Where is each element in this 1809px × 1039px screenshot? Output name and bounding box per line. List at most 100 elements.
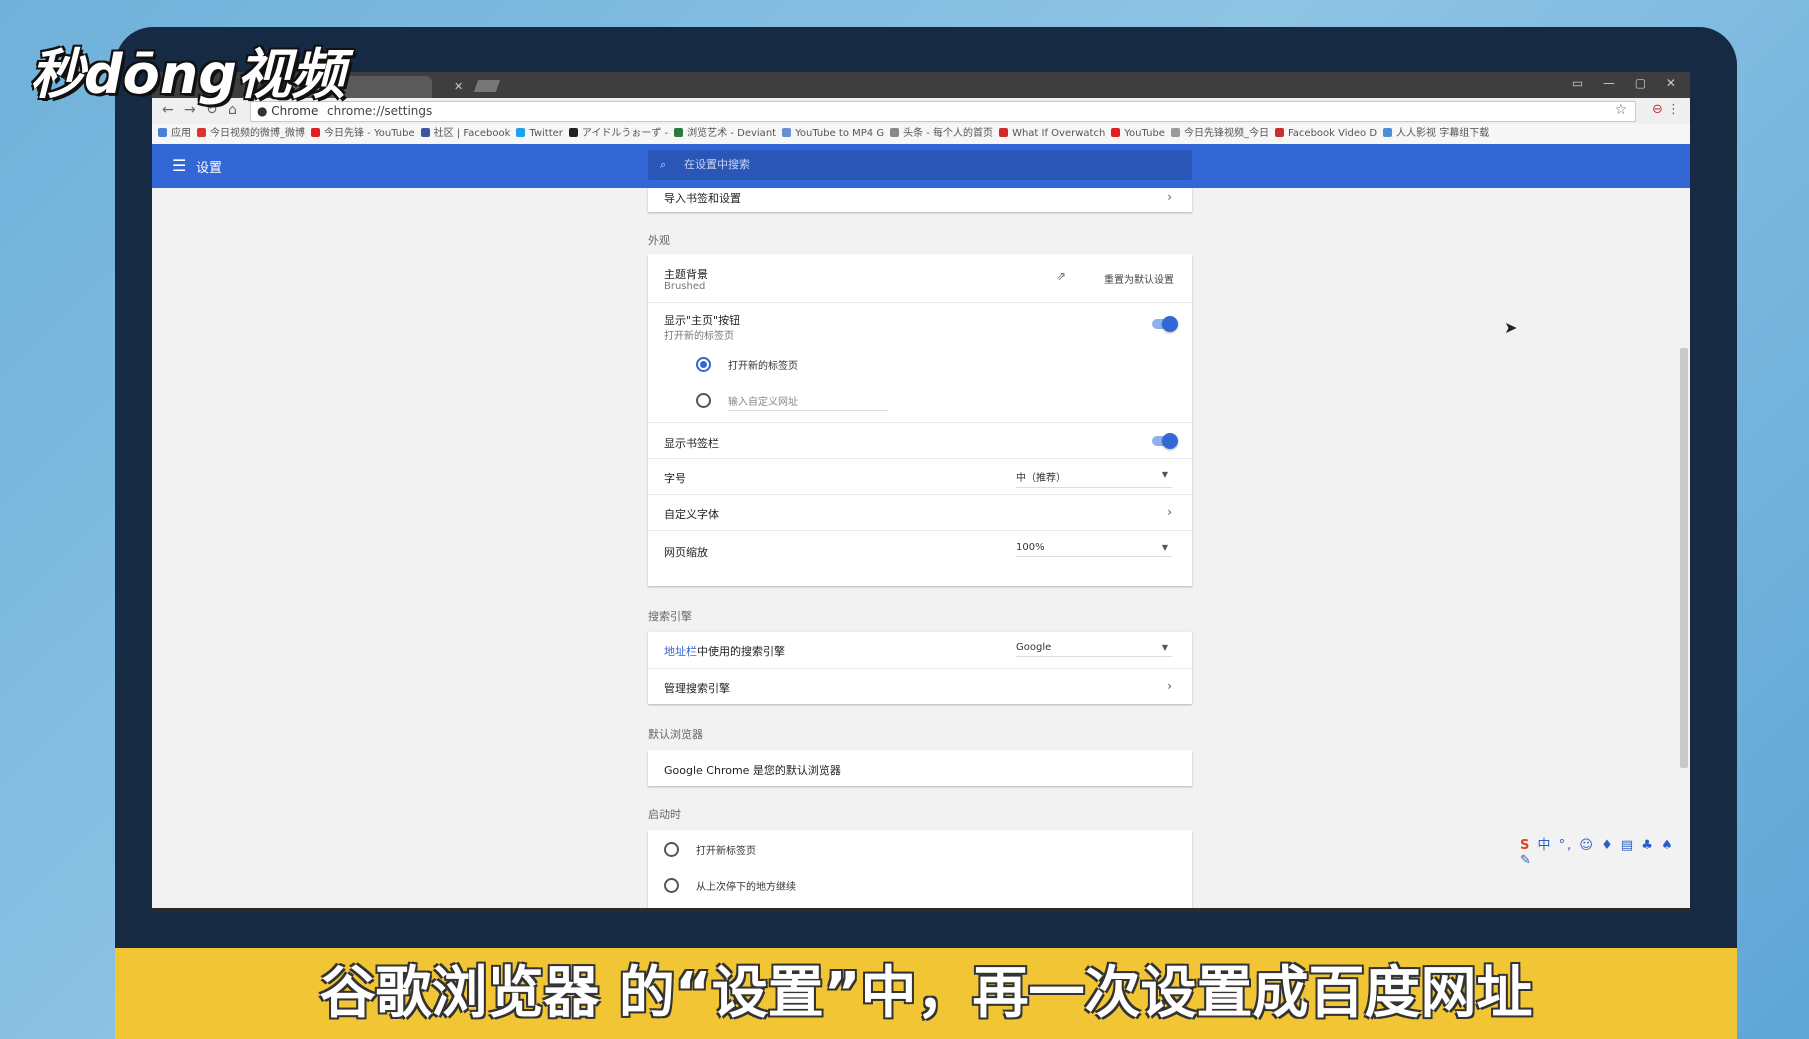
section-appearance: 外观 [648, 234, 670, 247]
bookmark-item[interactable]: YouTube [1111, 124, 1165, 144]
open-external-icon[interactable]: ⇗ [1056, 269, 1066, 283]
manage-search-engines-label: 管理搜索引擎 [664, 682, 730, 695]
bookmark-item[interactable]: 应用 [158, 124, 191, 144]
bookmark-item[interactable]: What If Overwatch [999, 124, 1105, 144]
custom-fonts-row[interactable]: 自定义字体 › [648, 494, 1192, 531]
bookmark-label: アイドルうぉーず - [581, 128, 669, 139]
bookmark-item[interactable]: 社区 | Facebook [420, 124, 511, 144]
bookmark-favicon-icon [568, 128, 578, 137]
chevron-right-icon: › [1167, 190, 1172, 204]
bookmark-item[interactable]: 人人影视 字幕组下载 [1383, 124, 1489, 144]
default-browser-text: Google Chrome 是您的默认浏览器 [664, 764, 841, 777]
radio-custom-url[interactable] [696, 393, 711, 408]
ime-logo-icon: S [1520, 838, 1532, 853]
address-bar[interactable]: ● Chrome chrome://settings ☆ [250, 101, 1636, 122]
bookmark-item[interactable]: Facebook Video D [1274, 124, 1377, 144]
bookmarks-bar-row[interactable]: 显示书签栏 [648, 422, 1192, 459]
browser-window: 设置 ✕ ✕ ▭ — ▢ ✕ ← → ↻ ⌂ ● Chrome chrome:/… [152, 72, 1690, 912]
bookmarks-bar-toggle[interactable] [1152, 433, 1178, 449]
home-button-row[interactable]: 显示"主页"按钮 打开新的标签页 [648, 302, 1192, 347]
bookmark-item[interactable]: 今日先锋 - YouTube [311, 124, 415, 144]
chevron-right-icon: › [1167, 679, 1172, 693]
radio-continue[interactable] [664, 878, 679, 893]
reset-theme-button[interactable]: 重置为默认设置 [1104, 271, 1174, 286]
bookmarks-bar-label: 显示书签栏 [664, 437, 719, 450]
bookmark-star-icon[interactable]: ☆ [1614, 101, 1627, 120]
bookmark-favicon-icon [890, 128, 900, 137]
bookmark-item[interactable]: Twitter [516, 124, 563, 144]
search-engine-row: 地址栏中使用的搜索引擎 Google ▼ [648, 632, 1192, 668]
bookmark-label: 今日先锋 - YouTube [324, 128, 415, 139]
bookmark-favicon-icon [674, 128, 684, 137]
home-button-toggle[interactable] [1152, 316, 1178, 332]
dropdown-caret-icon: ▼ [1161, 643, 1168, 652]
section-search-engine: 搜索引擎 [648, 610, 692, 623]
import-card: 导入书签和设置 › [648, 188, 1192, 212]
page-zoom-select[interactable]: 100% ▼ [1016, 542, 1172, 557]
scrollbar[interactable] [1680, 348, 1688, 768]
bookmark-label: What If Overwatch [1012, 128, 1106, 139]
dropdown-caret-icon: ▼ [1161, 543, 1168, 552]
new-tab-button[interactable] [473, 80, 501, 92]
search-engine-card: 地址栏中使用的搜索引擎 Google ▼ 管理搜索引擎 › [648, 632, 1192, 704]
bookmark-item[interactable]: アイドルうぉーず - [568, 124, 669, 144]
bookmark-item[interactable]: YouTube to MP4 G [782, 124, 884, 144]
bookmark-favicon-icon [999, 128, 1009, 137]
bookmark-label: YouTube to MP4 G [795, 128, 885, 139]
page-zoom-label: 网页缩放 [664, 546, 708, 559]
default-browser-card: Google Chrome 是您的默认浏览器 [648, 750, 1192, 786]
extension-icon[interactable]: ⊖ ⋮ [1652, 102, 1680, 117]
section-on-startup: 启动时 [648, 808, 681, 821]
radio-new-tab[interactable] [696, 357, 711, 372]
search-engine-select[interactable]: Google ▼ [1016, 642, 1172, 657]
bookmark-label: 人人影视 字幕组下载 [1396, 128, 1490, 139]
bookmark-label: YouTube [1124, 128, 1165, 139]
video-subtitle: 谷歌浏览器 的“设置”中，再一次设置成百度网址 [115, 948, 1737, 1039]
home-button-sub: 打开新的标签页 [664, 331, 734, 342]
bookmark-favicon-icon [782, 128, 792, 137]
custom-url-field[interactable]: 输入自定义网址 [728, 393, 798, 408]
chevron-right-icon: › [1167, 505, 1172, 519]
font-size-label: 字号 [664, 472, 686, 485]
theme-label: 主题背景 [664, 268, 708, 281]
bookmarks-bar: 应用 今日视频的微博_微博 今日先锋 - YouTube 社区 | Facebook T… [152, 124, 1690, 145]
search-icon: ⌕ [660, 158, 667, 171]
bookmark-label: 社区 | Facebook [433, 128, 511, 139]
radio-continue-label: 从上次停下的地方继续 [696, 882, 796, 893]
bookmark-label: 今日先锋视频_今日 [1183, 128, 1269, 139]
hamburger-menu-icon[interactable]: ☰ [172, 156, 186, 175]
settings-search-input[interactable]: ⌕ 在设置中搜索 [648, 150, 1192, 180]
search-engine-label: 地址栏中使用的搜索引擎 [664, 643, 785, 659]
dropdown-caret-icon: ▼ [1161, 470, 1168, 479]
settings-content: 导入书签和设置 › 外观 主题背景 Brushed ⇗ 重置为默认设置 显示"主… [152, 188, 1690, 910]
font-size-select[interactable]: 中（推荐） ▼ [1016, 469, 1172, 488]
home-options: 打开新的标签页 输入自定义网址 [648, 346, 1192, 418]
address-bar-link[interactable]: 地址栏 [664, 645, 697, 658]
home-button-label: 显示"主页"按钮 [664, 314, 741, 327]
page-title: 设置 [196, 161, 223, 176]
bookmark-favicon-icon [1383, 128, 1393, 137]
theme-value: Brushed [664, 281, 706, 292]
bookmark-label: 头条 - 每个人的首页 [903, 128, 994, 139]
window-controls[interactable]: ▭ — ▢ ✕ [1572, 76, 1684, 90]
theme-row[interactable]: 主题背景 Brushed ⇗ 重置为默认设置 [648, 254, 1192, 302]
import-bookmarks-row[interactable]: 导入书签和设置 › [648, 188, 1192, 212]
ime-toolbar[interactable]: S 中 °, ☺ ♦ ▤ ♣ ♠ ✎ [1520, 834, 1690, 868]
search-engine-label-text: 中使用的搜索引擎 [697, 645, 785, 658]
manage-search-engines-row[interactable]: 管理搜索引擎 › [648, 668, 1192, 705]
bookmark-item[interactable]: 头条 - 每个人的首页 [890, 124, 993, 144]
radio-new-tab-label: 打开新的标签页 [728, 361, 798, 372]
radio-open-new-tab[interactable] [664, 842, 679, 857]
section-default-browser: 默认浏览器 [648, 728, 703, 741]
bookmark-item[interactable]: 今日视频的微博_微博 [197, 124, 305, 144]
bookmark-label: 应用 [171, 128, 191, 139]
bookmark-favicon-icon [197, 128, 206, 137]
mouse-cursor-icon: ➤ [1504, 318, 1518, 337]
close-tab-icon[interactable]: ✕ [454, 80, 463, 93]
tab-strip: 设置 ✕ ✕ ▭ — ▢ ✕ [152, 72, 1690, 98]
font-size-row: 字号 中（推荐） ▼ [648, 458, 1192, 495]
bookmark-label: Twitter [529, 128, 563, 139]
bookmark-item[interactable]: 浏览艺术 - Deviant [674, 124, 776, 144]
bookmark-favicon-icon [1170, 128, 1180, 137]
bookmark-item[interactable]: 今日先锋视频_今日 [1170, 124, 1269, 144]
